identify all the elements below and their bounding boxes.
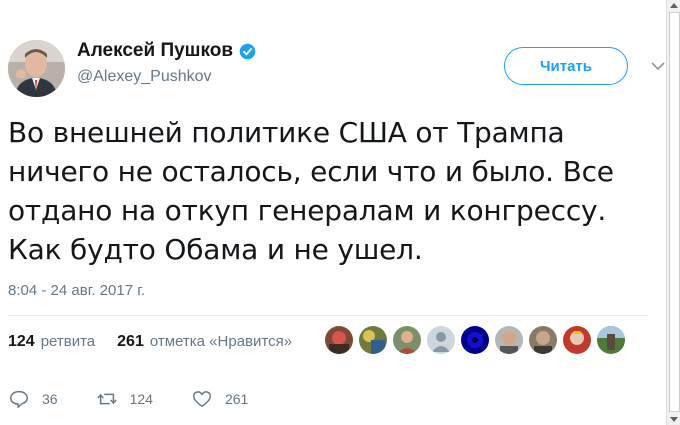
follow-button[interactable]: Читать bbox=[504, 47, 628, 85]
verified-badge-icon bbox=[239, 43, 256, 59]
tweet-line: Как будто Обама и не ушел. bbox=[8, 233, 423, 266]
liker-avatar[interactable] bbox=[563, 326, 591, 354]
engagement-stats: 124 ретвита 261 отметка «Нравится» bbox=[8, 333, 292, 351]
retweets-label[interactable]: ретвита bbox=[41, 333, 95, 350]
like-count: 261 bbox=[224, 391, 249, 407]
liker-avatar[interactable] bbox=[495, 326, 523, 354]
liker-avatars bbox=[325, 326, 625, 354]
likes-label[interactable]: отметка «Нравится» bbox=[150, 333, 292, 350]
tweet-line: отдано на откуп генералам и конгрессу. bbox=[8, 194, 607, 227]
liker-avatar[interactable] bbox=[529, 326, 557, 354]
tweet-timestamp[interactable]: 8:04 - 24 авг. 2017 г. bbox=[8, 282, 145, 299]
reply-count: 36 bbox=[42, 391, 58, 407]
author-handle[interactable]: @Alexey_Pushkov bbox=[77, 68, 212, 86]
reply-icon bbox=[10, 390, 28, 408]
retweet-icon bbox=[96, 393, 117, 405]
retweets-count[interactable]: 124 bbox=[8, 333, 35, 351]
divider bbox=[8, 315, 648, 316]
reply-action[interactable]: 36 bbox=[8, 388, 58, 410]
scroll-thumb[interactable] bbox=[669, 12, 680, 412]
liker-avatar[interactable] bbox=[597, 326, 625, 354]
tweet-line: Во внешней политике США от Трампа bbox=[8, 116, 565, 149]
tweet-line: ничего не осталось, если что и было. Все bbox=[8, 155, 614, 188]
liker-avatar[interactable] bbox=[359, 326, 387, 354]
heart-icon bbox=[192, 391, 211, 408]
author-name[interactable]: Алексей Пушков bbox=[77, 40, 233, 62]
tweet-actions: 36 124 261 bbox=[8, 388, 286, 410]
like-action[interactable]: 261 bbox=[191, 388, 248, 410]
likes-count[interactable]: 261 bbox=[117, 333, 144, 351]
retweet-count: 124 bbox=[129, 391, 153, 407]
scroll-down-arrow-icon[interactable] bbox=[670, 417, 678, 422]
scroll-up-arrow-icon[interactable] bbox=[670, 3, 678, 8]
retweet-action[interactable]: 124 bbox=[96, 388, 153, 410]
liker-avatar[interactable] bbox=[461, 326, 489, 354]
liker-avatar[interactable] bbox=[325, 326, 353, 354]
author-name-row: Алексей Пушков bbox=[77, 40, 256, 62]
liker-avatar[interactable] bbox=[393, 326, 421, 354]
liker-avatar[interactable] bbox=[427, 326, 455, 354]
scrollbar[interactable] bbox=[666, 0, 680, 425]
tweet-text: Во внешней политике США от Трампа ничего… bbox=[8, 113, 648, 269]
chevron-down-icon[interactable] bbox=[650, 60, 666, 72]
author-avatar[interactable] bbox=[8, 40, 65, 97]
